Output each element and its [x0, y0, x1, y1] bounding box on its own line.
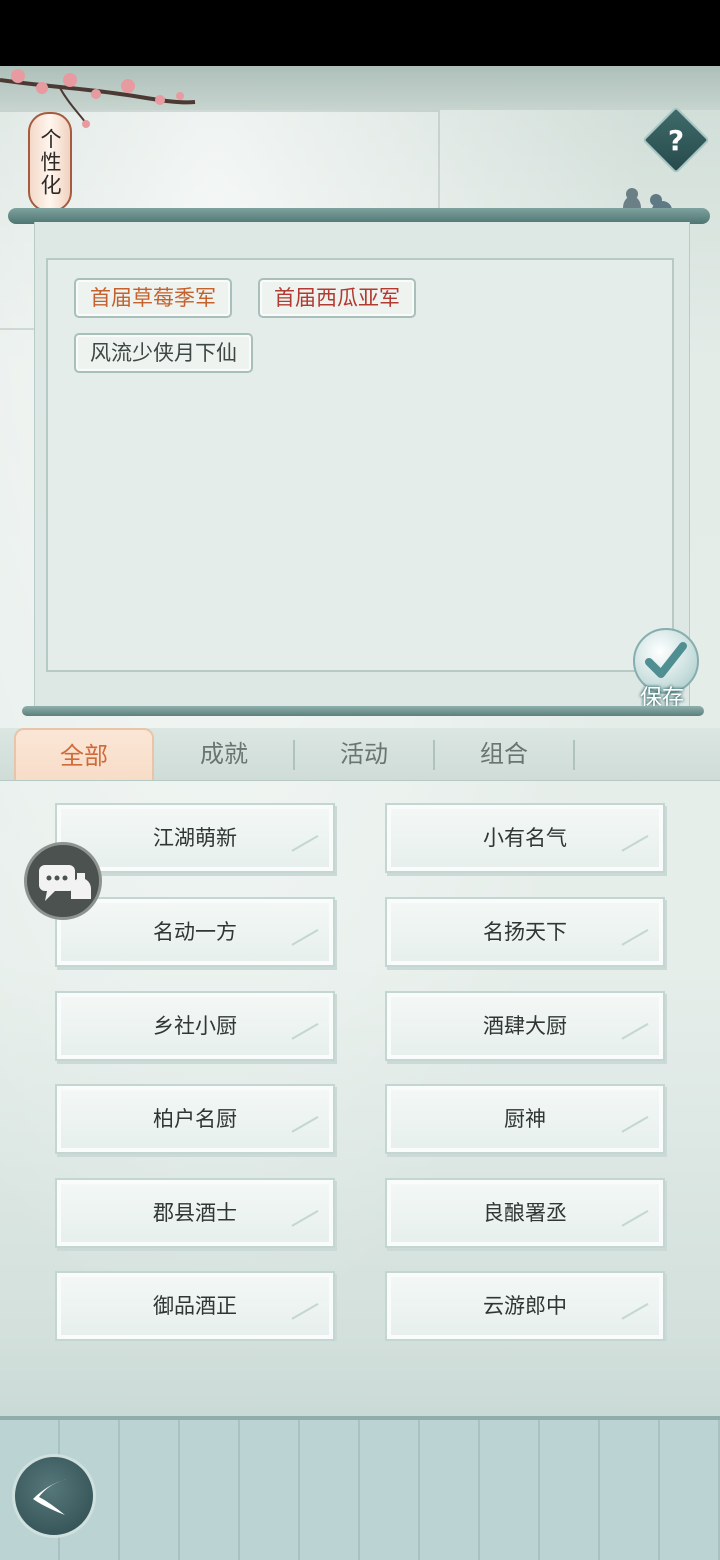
title-tile[interactable]: 郡县酒士	[55, 1178, 335, 1248]
back-arrow-icon	[33, 1479, 67, 1515]
tab-combo[interactable]: 组合	[434, 728, 574, 780]
selected-title-chip[interactable]: 风流少侠月下仙	[74, 333, 253, 373]
status-bar	[0, 0, 720, 66]
chat-bubble-icon	[39, 865, 91, 901]
help-icon: ?	[667, 123, 685, 157]
selected-titles-area	[46, 258, 674, 672]
tab-events[interactable]: 活动	[294, 728, 434, 780]
title-tile[interactable]: 御品酒正	[55, 1271, 335, 1341]
selected-title-chip[interactable]: 首届西瓜亚军	[258, 278, 416, 318]
tab-achievements[interactable]: 成就	[154, 728, 294, 780]
selected-title-chip[interactable]: 首届草莓季军	[74, 278, 232, 318]
tab-all[interactable]: 全部	[14, 728, 154, 780]
floor	[0, 1420, 720, 1560]
tab-divider	[573, 740, 575, 770]
title-tile[interactable]: 良酿署丞	[385, 1178, 665, 1248]
title-tile[interactable]: 厨神	[385, 1084, 665, 1154]
title-tile[interactable]: 酒肆大厨	[385, 991, 665, 1061]
chat-button[interactable]	[24, 842, 102, 920]
page-title: 个性化	[28, 112, 72, 212]
title-tile[interactable]: 云游郎中	[385, 1271, 665, 1341]
title-list: 江湖萌新 小有名气 名动一方 名扬天下 乡社小厨 酒肆大厨 柏户名厨 厨神 郡县…	[0, 781, 720, 1341]
title-tile[interactable]: 柏户名厨	[55, 1084, 335, 1154]
title-tile[interactable]: 小有名气	[385, 803, 665, 873]
scroll-rod-bottom	[22, 706, 704, 716]
title-tile[interactable]: 名扬天下	[385, 897, 665, 967]
title-tile[interactable]: 乡社小厨	[55, 991, 335, 1061]
back-button[interactable]	[12, 1454, 96, 1538]
